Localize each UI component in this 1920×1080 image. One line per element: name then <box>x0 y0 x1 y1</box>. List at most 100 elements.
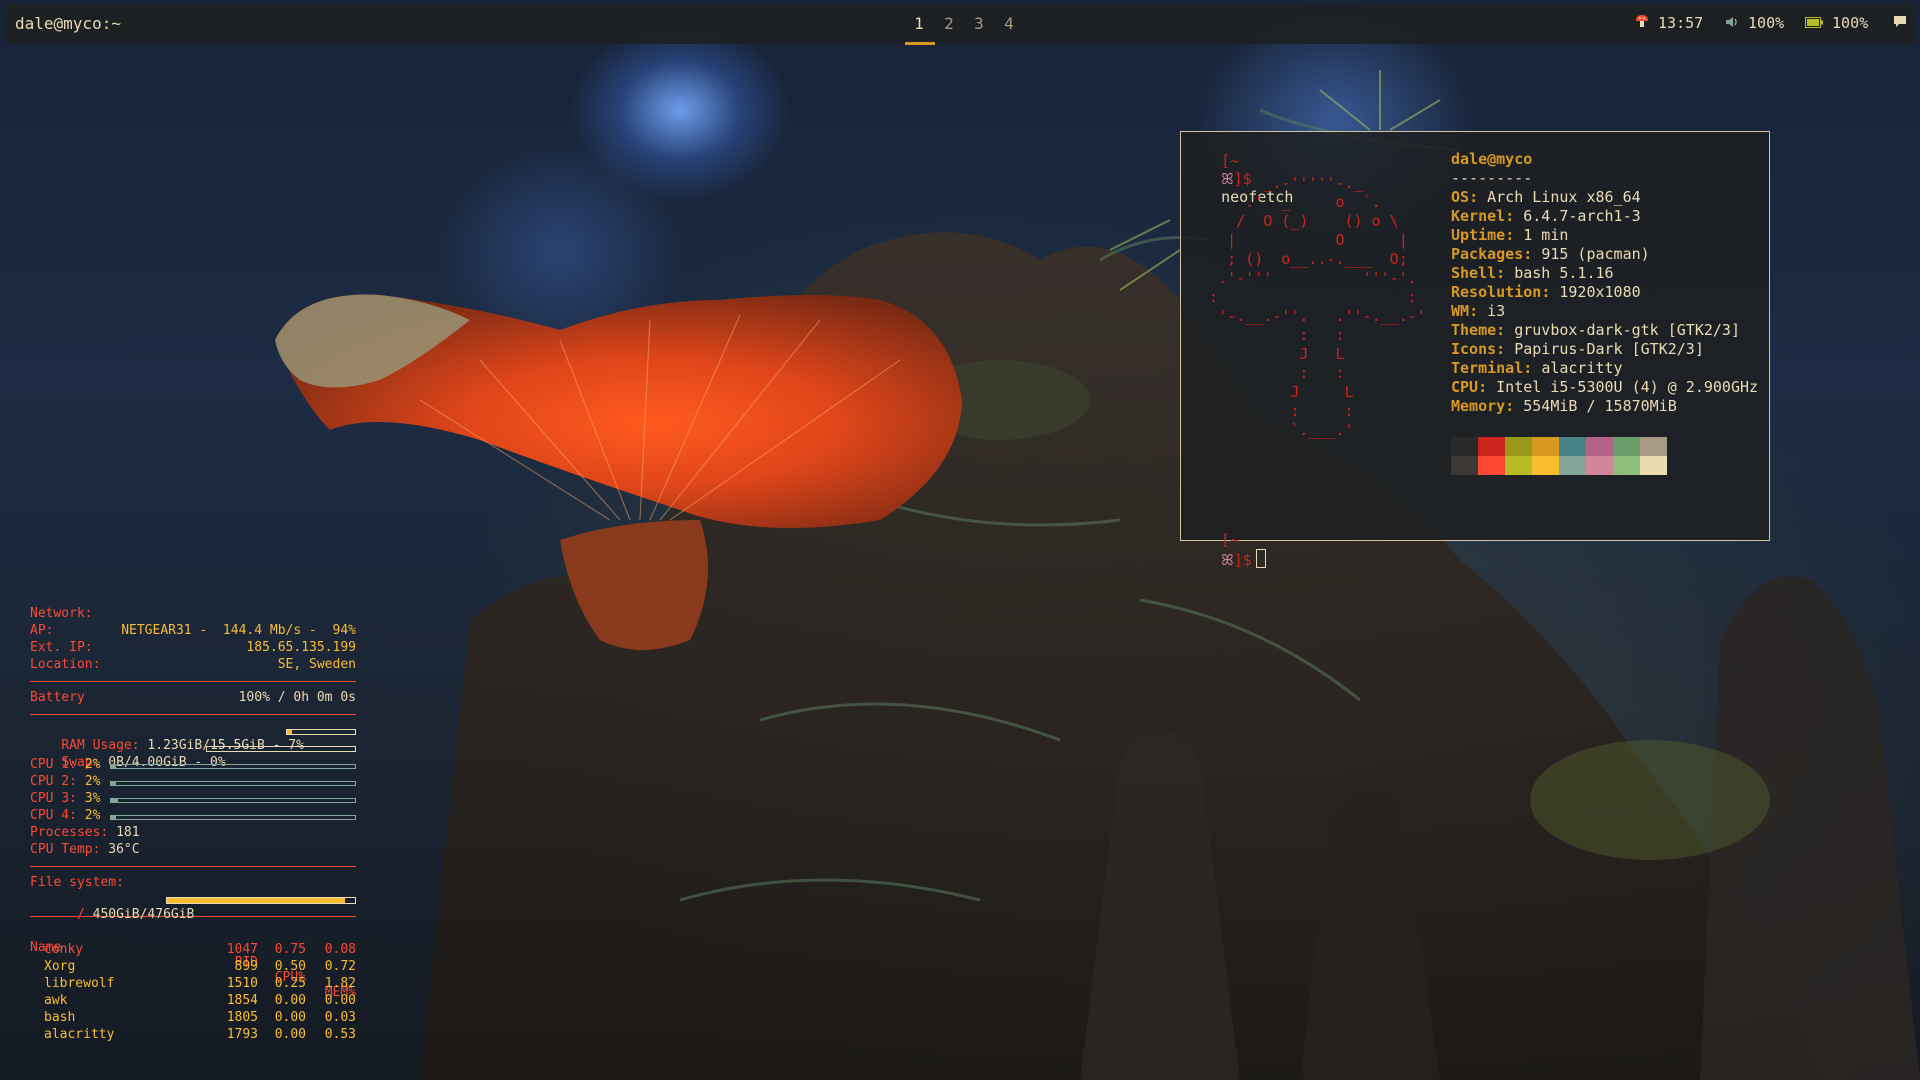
cpu2-value: 2% <box>84 774 101 789</box>
color-swatch <box>1640 456 1667 475</box>
process-pid: 1047 <box>226 942 258 957</box>
process-pid: 1854 <box>226 993 258 1008</box>
color-swatch <box>1586 437 1613 456</box>
fs-bar <box>166 897 356 904</box>
info-packages: Packages: 915 (pacman) <box>1451 245 1650 263</box>
workspace-2[interactable]: 2 <box>935 14 963 33</box>
extip-value: 185.65.135.199 <box>246 640 356 655</box>
info-shell: Shell: bash 5.1.16 <box>1451 264 1614 282</box>
table-row: alacritty 1793 0.00 0.53 <box>30 1027 356 1044</box>
cpu4-value: 2% <box>84 808 101 823</box>
process-name: librewolf <box>44 976 115 991</box>
temp-label: CPU Temp: <box>30 842 101 857</box>
process-mem: 0.72 <box>324 959 356 974</box>
info-theme: Theme: gruvbox-dark-gtk [GTK2/3] <box>1451 321 1740 339</box>
palette-row-dark <box>1451 437 1667 456</box>
process-cpu: 0.00 <box>274 1027 306 1042</box>
workspace-4[interactable]: 4 <box>995 14 1023 33</box>
ap-value: NETGEAR31 - 144.4 Mb/s - 94% <box>121 623 356 638</box>
info-uptime: Uptime: 1 min <box>1451 226 1569 244</box>
color-swatch <box>1613 437 1640 456</box>
color-swatch <box>1532 437 1559 456</box>
processes-value: 181 <box>116 825 140 840</box>
process-mem: 0.53 <box>324 1027 356 1042</box>
process-pid: 1510 <box>226 976 258 991</box>
fs-bar-fill <box>167 898 345 903</box>
notification-icon[interactable] <box>1893 14 1907 32</box>
cpu1-label: CPU 1: <box>30 757 77 772</box>
process-pid: 1805 <box>226 1010 258 1025</box>
color-swatch <box>1640 437 1667 456</box>
ram-bar-fill <box>287 730 292 734</box>
info-icons: Icons: Papirus-Dark [GTK2/3] <box>1451 340 1704 358</box>
active-workspace-indicator <box>905 42 935 45</box>
process-mem: 0.08 <box>324 942 356 957</box>
cpu1-value: 2% <box>84 757 101 772</box>
top-bar: dale@myco:~ 1 2 3 4 13:57 100% 100% <box>5 4 1915 45</box>
cpu2-bar <box>110 781 356 786</box>
cpu3-bar <box>110 798 356 803</box>
process-name: awk <box>44 993 68 1008</box>
info-kernel: Kernel: 6.4.7-arch1-3 <box>1451 207 1641 225</box>
mushroom-prompt-icon-2: ꕤ <box>1221 551 1234 569</box>
divider <box>30 866 356 867</box>
cpu1-bar <box>110 764 356 769</box>
process-cpu: 0.50 <box>274 959 306 974</box>
process-name: Xorg <box>44 959 76 974</box>
process-header: Name PID CPU% MEM% <box>30 925 356 1000</box>
location-value: SE, Sweden <box>277 657 356 672</box>
process-list: conky 1047 0.75 0.08 Xorg 899 0.50 0.72 librewol… <box>30 942 356 1044</box>
color-swatch <box>1586 456 1613 475</box>
color-swatch <box>1478 437 1505 456</box>
mushroom-icon <box>1635 14 1649 32</box>
divider <box>30 681 356 682</box>
network-heading: Network: <box>30 606 93 621</box>
color-swatch <box>1505 456 1532 475</box>
info-terminal: Terminal: alacritty <box>1451 359 1623 377</box>
volume-icon <box>1725 14 1739 32</box>
table-row: conky 1047 0.75 0.08 <box>30 942 356 959</box>
process-mem: 0.00 <box>324 993 356 1008</box>
process-cpu: 0.00 <box>274 1010 306 1025</box>
conky-panel: Network: AP: NETGEAR31 - 144.4 Mb/s - 94%… <box>30 606 356 1044</box>
cpu4-bar-fill <box>111 816 116 819</box>
volume-block[interactable]: 100% <box>1725 14 1784 32</box>
battery-block[interactable]: 100% <box>1805 14 1868 32</box>
info-resolution: Resolution: 1920x1080 <box>1451 283 1641 301</box>
swap-bar <box>206 746 356 752</box>
processes-label: Processes: <box>30 825 109 840</box>
battery-value: 100% / 0h 0m 0s <box>238 690 356 705</box>
workspace-3[interactable]: 3 <box>965 14 993 33</box>
cpu3-value: 3% <box>84 791 101 806</box>
temp-value: 36°C <box>108 842 140 857</box>
color-swatch <box>1451 456 1478 475</box>
user-host: dale@myco <box>1451 150 1533 168</box>
color-swatch <box>1613 456 1640 475</box>
process-name: bash <box>44 1010 76 1025</box>
cpu2-label: CPU 2: <box>30 774 77 789</box>
battery-level: 100% <box>1832 14 1869 32</box>
color-swatch <box>1505 437 1532 456</box>
volume-level: 100% <box>1748 14 1785 32</box>
battery-label: Battery <box>30 690 85 705</box>
table-row: awk 1854 0.00 0.00 <box>30 993 356 1010</box>
color-swatch <box>1532 456 1559 475</box>
info-os: OS: Arch Linux x86_64 <box>1451 188 1641 206</box>
fs-value: 450GiB/476GiB <box>92 907 195 922</box>
info-divider: --------- <box>1451 169 1533 187</box>
terminal-window[interactable]: [~ ꕤ]$ neofetch _.-'''''-._ .' _ o `. / … <box>1180 131 1770 569</box>
process-cpu: 0.00 <box>274 993 306 1008</box>
workspace-1[interactable]: 1 <box>905 14 933 33</box>
process-mem: 1.82 <box>324 976 356 991</box>
color-swatch <box>1478 456 1505 475</box>
process-mem: 0.03 <box>324 1010 356 1025</box>
prompt-open-2: [~ <box>1221 531 1240 549</box>
clock-time: 13:57 <box>1658 14 1704 32</box>
clock-block[interactable]: 13:57 <box>1635 14 1703 32</box>
system-info: dale@myco --------- OS: Arch Linux x86_6… <box>1451 150 1758 416</box>
prompt-line-active[interactable]: [~ ꕤ]$ <box>1185 513 1266 587</box>
fs-heading: File system: <box>30 875 124 890</box>
location-label: Location: <box>30 657 101 672</box>
info-cpu: CPU: Intel i5-5300U (4) @ 2.900GHz <box>1451 378 1759 396</box>
fs-mount: / <box>76 907 85 922</box>
